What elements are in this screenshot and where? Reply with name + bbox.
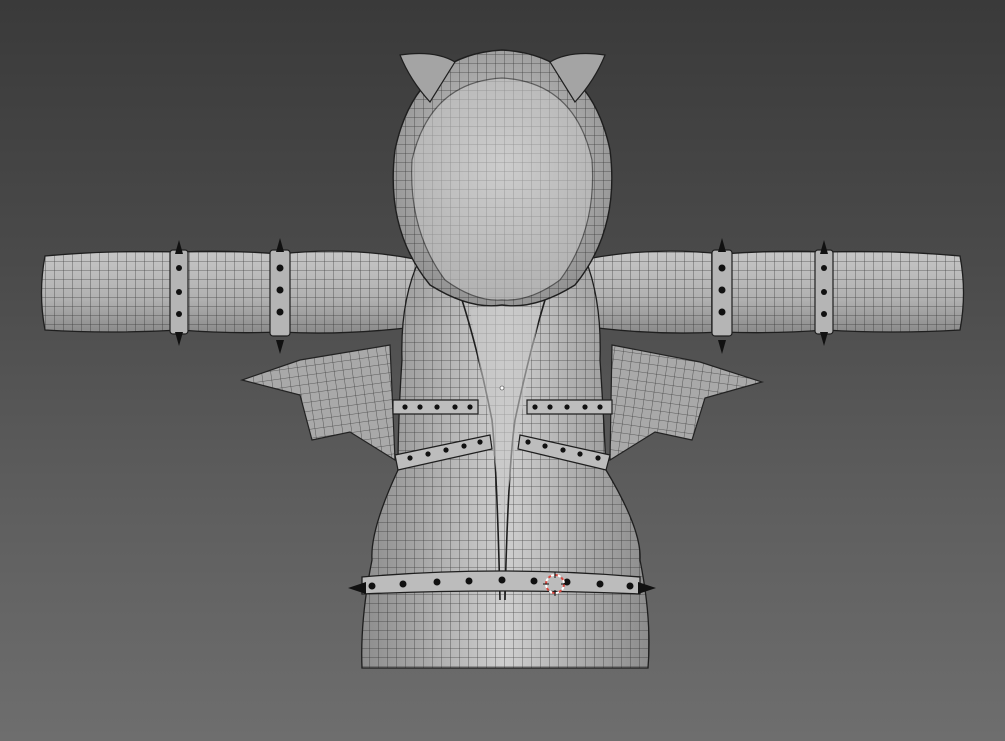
right-sleeve [574,250,965,334]
model-render [40,49,965,669]
waist-belt [348,570,656,595]
3d-cursor-icon[interactable] [543,572,567,596]
origin-point [499,385,505,391]
3d-viewport[interactable] [0,0,1005,741]
bat-wing-right [609,344,765,462]
bat-wing-left [239,344,396,462]
left-sleeve [40,250,431,334]
